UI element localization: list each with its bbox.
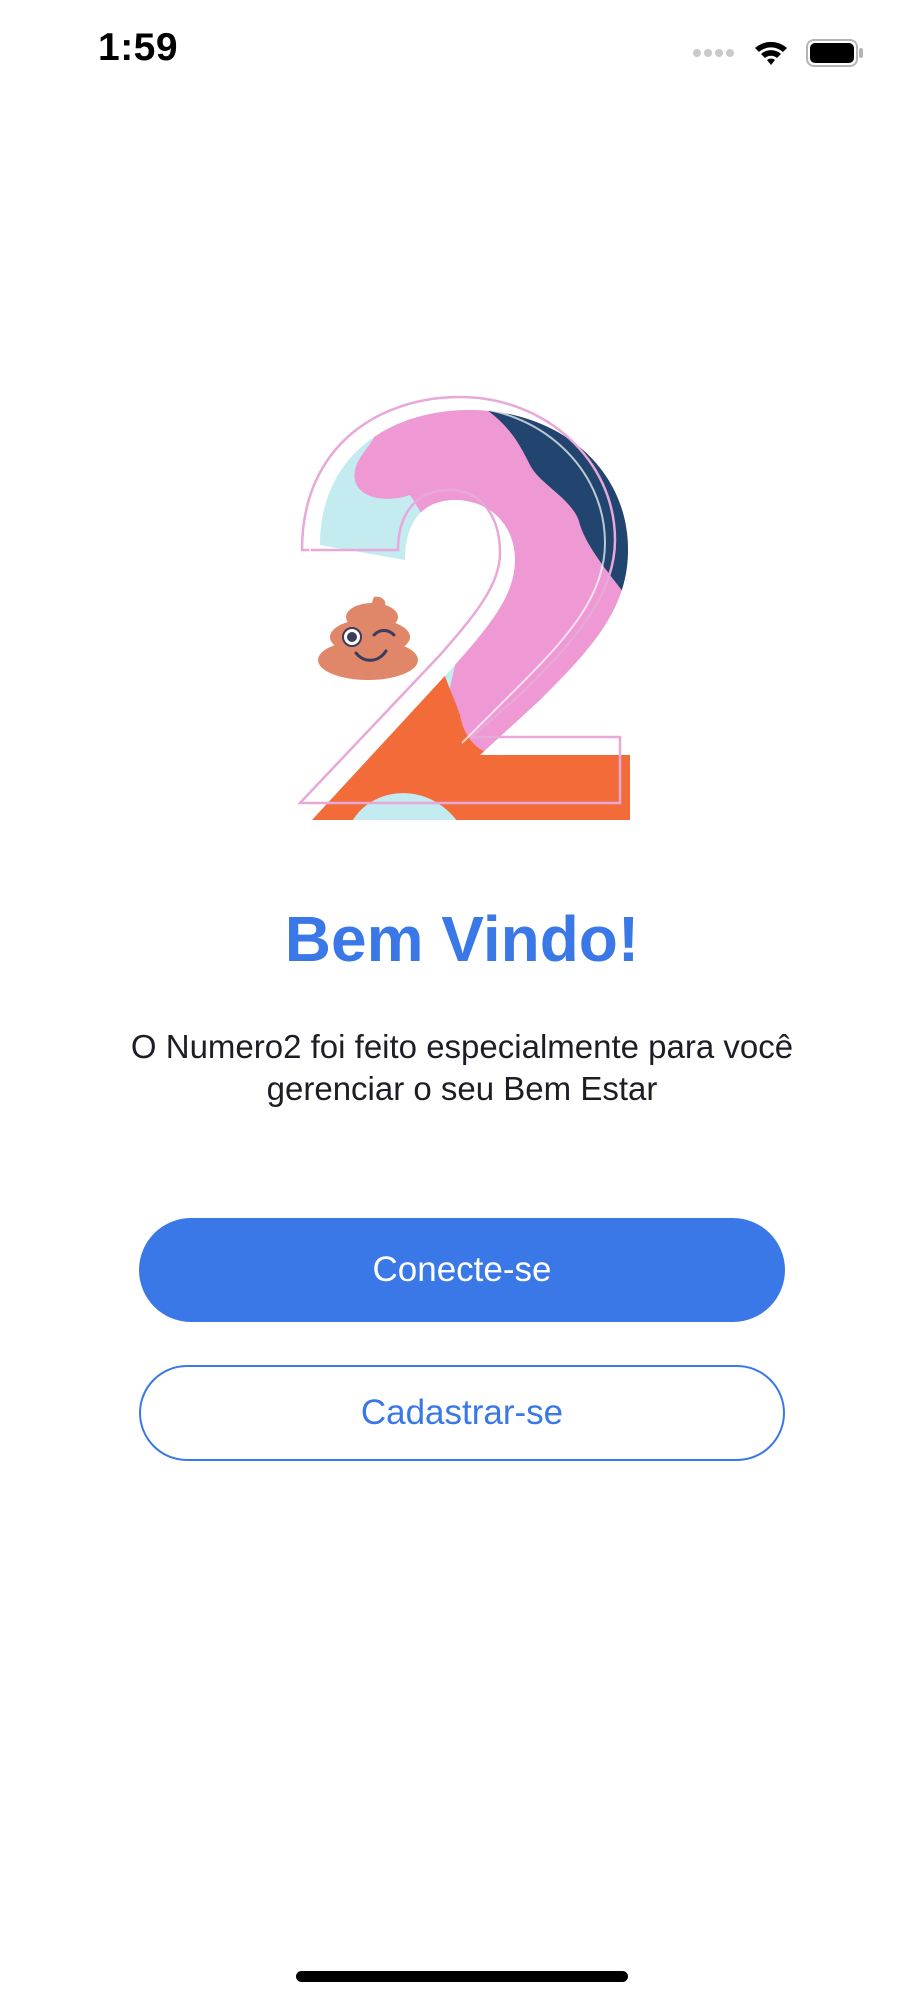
login-button[interactable]: Conecte-se [139,1218,785,1322]
wifi-icon [755,41,787,65]
battery-icon [806,39,863,67]
signup-button[interactable]: Cadastrar-se [139,1365,785,1461]
welcome-title: Bem Vindo! [284,903,640,975]
number-two-illustration [297,395,630,820]
status-icons [692,36,864,70]
home-indicator[interactable] [296,1971,628,1982]
status-bar: 1:59 [0,0,924,110]
signal-dots-icon [693,49,734,57]
hero-illustration [290,385,640,825]
winking-poop-emoji-icon [318,596,418,680]
status-time: 1:59 [98,26,179,69]
welcome-description: O Numero2 foi feito especialmente para v… [130,1028,794,1107]
